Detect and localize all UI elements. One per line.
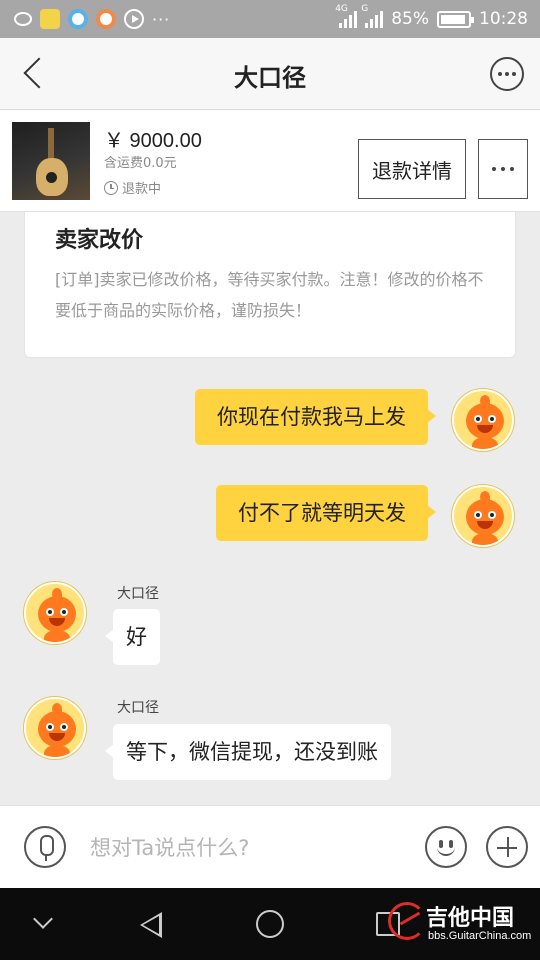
mic-icon[interactable] <box>24 826 66 868</box>
watermark: 吉他中国 bbs.GuitarChina.com <box>384 896 534 952</box>
emoji-icon[interactable] <box>425 826 467 868</box>
chat-title: 大口径 <box>234 64 306 92</box>
notice-body: [订单]卖家已修改价格，等待买家付款。注意！修改的价格不要低于商品的实际价格，谨… <box>55 270 484 320</box>
shipping-fee: 含运费0.0元 <box>104 156 177 171</box>
order-status: 退款中 <box>104 178 161 197</box>
avatar[interactable] <box>24 697 86 759</box>
nav-down-icon[interactable] <box>33 909 53 929</box>
sender-name: 大口径 <box>117 700 159 716</box>
sender-name: 大口径 <box>117 586 159 602</box>
clock-time: 10:28 <box>479 9 528 29</box>
plus-icon[interactable] <box>486 826 528 868</box>
network-label: G <box>361 4 369 14</box>
app-notification-icon <box>68 9 88 29</box>
avatar[interactable] <box>452 485 514 547</box>
product-thumbnail[interactable] <box>12 122 90 200</box>
play-icon <box>124 9 144 29</box>
chat-notification-icon <box>14 12 32 26</box>
product-bar: ￥ 9000.00 含运费0.0元 退款中 退款详情 <box>0 110 540 212</box>
system-notice-card: 卖家改价 [订单]卖家已修改价格，等待买家付款。注意！修改的价格不要低于商品的实… <box>24 212 516 358</box>
message-bubble-self[interactable]: 你现在付款我马上发 <box>195 389 436 445</box>
message-input-bar <box>0 805 540 888</box>
notification-icons: ··· <box>14 7 170 31</box>
refund-details-button[interactable]: 退款详情 <box>358 139 466 199</box>
system-nav-bar: 吉他中国 bbs.GuitarChina.com <box>0 888 540 960</box>
signal-icon: G <box>361 4 384 28</box>
battery-percent: 85% <box>391 9 429 29</box>
avatar[interactable] <box>24 582 86 644</box>
battery-icon <box>437 10 474 28</box>
order-status-label: 退款中 <box>122 182 162 197</box>
watermark-url: bbs.GuitarChina.com <box>428 930 532 942</box>
app-notification-icon <box>96 9 116 29</box>
chat-header: 大口径 <box>0 38 540 110</box>
product-price: ￥ 9000.00 <box>104 130 202 152</box>
status-bar: ··· 4G G 85% 10:28 <box>0 0 540 38</box>
avatar[interactable] <box>452 389 514 451</box>
product-more-button[interactable] <box>478 139 528 199</box>
message-bubble-other[interactable]: 等下，微信提现，还没到账 <box>105 724 391 780</box>
message-input[interactable] <box>90 828 400 868</box>
app-notification-icon <box>40 9 60 29</box>
nav-home-icon[interactable] <box>256 910 284 938</box>
notice-title: 卖家改价 <box>55 228 144 253</box>
status-indicators: 4G G 85% 10:28 <box>335 4 528 32</box>
watermark-logo <box>388 902 426 940</box>
more-icon[interactable] <box>490 57 524 91</box>
network-type-label: 4G <box>335 4 348 14</box>
clock-icon <box>104 180 118 195</box>
nav-back-icon[interactable] <box>140 912 162 938</box>
message-bubble-other[interactable]: 好 <box>105 609 160 665</box>
signal-4g-icon: 4G <box>335 4 358 28</box>
message-bubble-self[interactable]: 付不了就等明天发 <box>216 485 436 541</box>
watermark-title: 吉他中国 <box>426 906 515 931</box>
more-notifications-indicator: ··· <box>152 9 171 29</box>
